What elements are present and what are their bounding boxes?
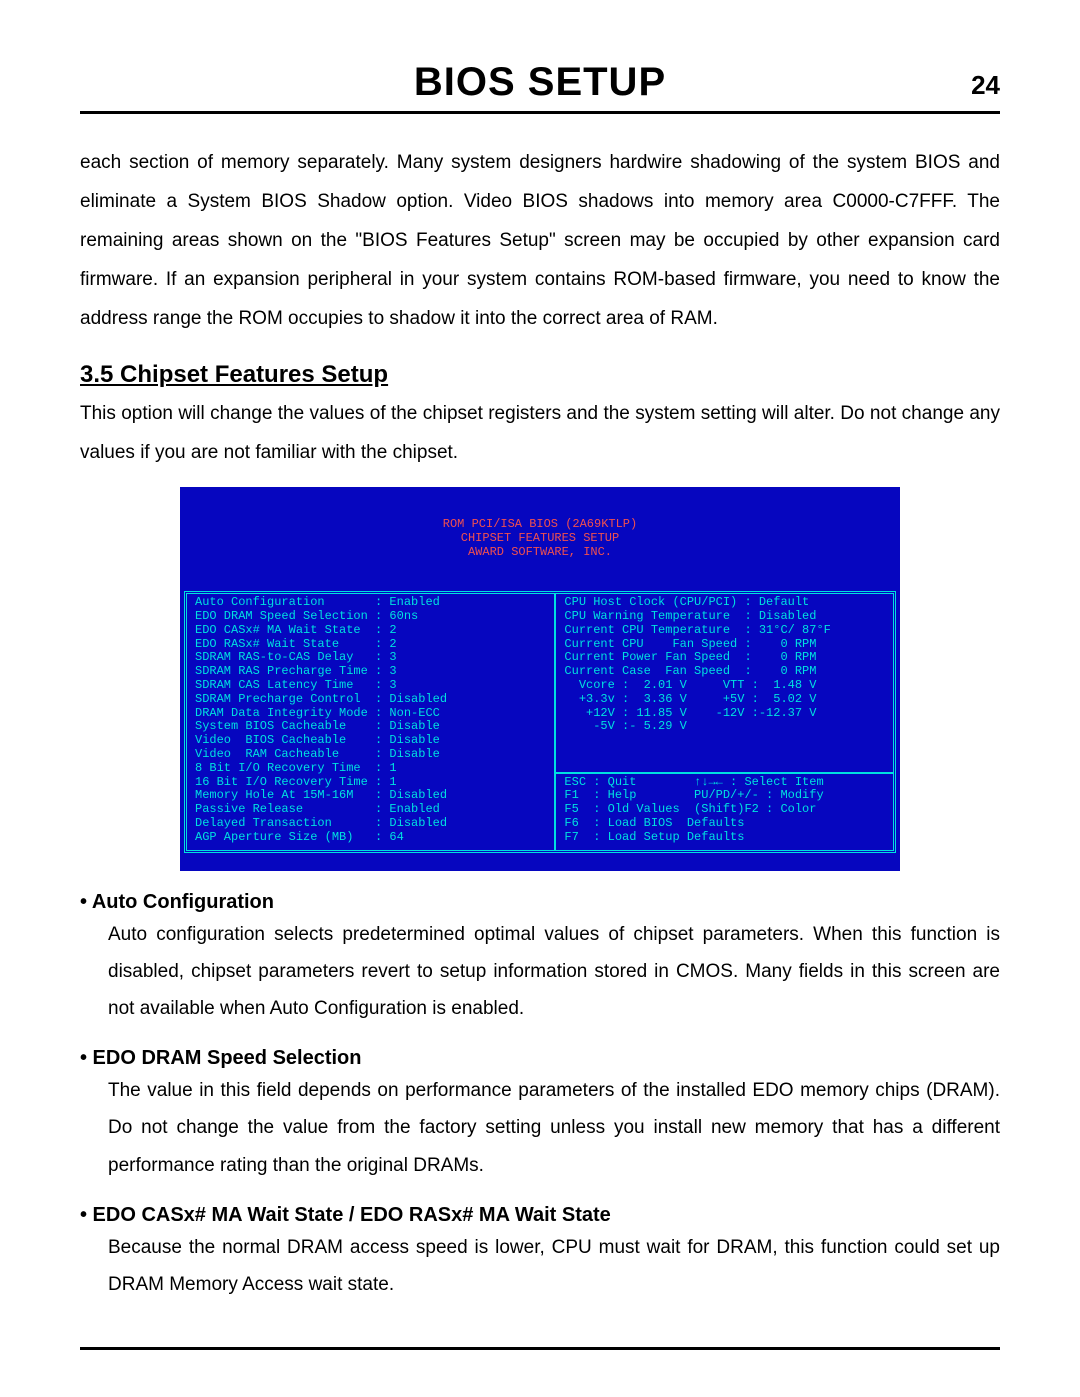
item-body-auto-configuration: Auto configuration selects predetermined…: [80, 916, 1000, 1027]
page-title: BIOS SETUP: [414, 60, 666, 105]
item-heading-edo-speed: • EDO DRAM Speed Selection: [80, 1047, 1000, 1070]
page-number: 24: [971, 70, 1000, 101]
section-intro: This option will change the values of th…: [80, 395, 1000, 473]
item-body-edo-wait: Because the normal DRAM access speed is …: [80, 1229, 1000, 1303]
section-heading: 3.5 Chipset Features Setup: [80, 361, 1000, 389]
bios-screenshot: ROM PCI/ISA BIOS (2A69KTLP) CHIPSET FEAT…: [180, 487, 900, 872]
bios-help-panel: ESC : Quit ↑↓→← : Select Item F1 : Help …: [556, 772, 893, 851]
bios-header: ROM PCI/ISA BIOS (2A69KTLP) CHIPSET FEAT…: [184, 518, 896, 559]
bios-left-panel: Auto Configuration : Enabled EDO DRAM Sp…: [187, 594, 556, 850]
intro-paragraph: each section of memory separately. Many …: [80, 144, 1000, 339]
item-heading-edo-wait: • EDO CASx# MA Wait State / EDO RASx# MA…: [80, 1204, 1000, 1227]
item-body-edo-speed: The value in this field depends on perfo…: [80, 1072, 1000, 1183]
bios-right-panel: CPU Host Clock (CPU/PCI) : Default CPU W…: [556, 594, 893, 850]
bios-right-top: CPU Host Clock (CPU/PCI) : Default CPU W…: [556, 594, 893, 771]
page-header: BIOS SETUP 24: [80, 60, 1000, 114]
footer-rule: [80, 1347, 1000, 1350]
item-heading-auto-configuration: • Auto Configuration: [80, 891, 1000, 914]
bios-panels: Auto Configuration : Enabled EDO DRAM Sp…: [184, 591, 896, 853]
